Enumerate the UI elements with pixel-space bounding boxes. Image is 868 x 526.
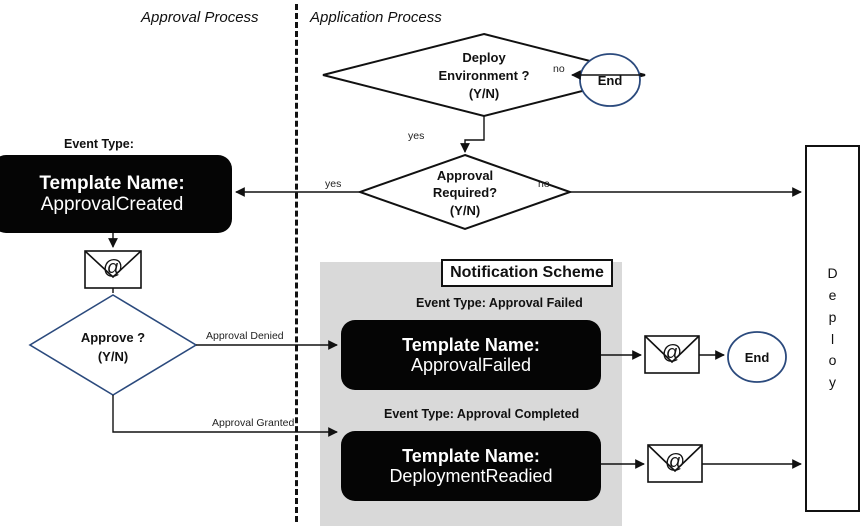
svg-text:Environment ?: Environment ? (438, 68, 529, 83)
deploy-box: D e p l o y (805, 145, 860, 512)
edge-label-deployenv-yes: yes (408, 130, 425, 142)
svg-text:@: @ (103, 257, 123, 279)
deploy-letter: e (828, 287, 837, 304)
event-type-label-approval-completed: Event Type: Approval Completed (384, 407, 580, 421)
svg-text:Approve ?: Approve ? (81, 330, 145, 345)
event-type-label-approval-failed: Event Type: Approval Failed (416, 296, 583, 310)
svg-text:Required?: Required? (433, 185, 497, 200)
deploy-letter: p (828, 308, 837, 325)
template-title: Template Name: (402, 334, 540, 355)
svg-text:Approval: Approval (437, 168, 493, 183)
end-node-top-label: End (598, 73, 623, 88)
template-box-approval-failed: Template Name: ApprovalFailed (341, 320, 601, 390)
svg-text:(Y/N): (Y/N) (469, 86, 499, 101)
end-node-middle-label: End (745, 350, 770, 365)
mail-icon-2: @ (644, 335, 700, 374)
svg-text:(Y/N): (Y/N) (450, 203, 480, 218)
edge-label-approval-granted: Approval Granted (212, 417, 295, 429)
deploy-letter: o (828, 352, 837, 369)
flowchart-canvas: Approval Process Application Process @ @… (0, 0, 868, 526)
deploy-letter: y (829, 373, 836, 390)
event-type-label-approval-created: Event Type: (64, 137, 134, 151)
edge-label-approvalreq-no: no (538, 178, 550, 190)
svg-text:@: @ (665, 451, 685, 473)
template-name: ApprovalFailed (410, 355, 532, 375)
template-box-approval-created: Template Name: ApprovalCreated (0, 155, 232, 233)
template-name: DeploymentReadied (389, 466, 553, 486)
svg-text:Deploy: Deploy (462, 50, 506, 65)
decision-approve (28, 294, 198, 396)
edge-label-approvalreq-yes: yes (325, 178, 342, 190)
mail-icon-3: @ (647, 444, 703, 483)
edge-label-deployenv-no: no (553, 63, 565, 75)
edge-label-approval-denied: Approval Denied (206, 330, 284, 342)
svg-text:@: @ (662, 342, 682, 364)
template-box-deployment-readied: Template Name: DeploymentReadied (341, 431, 601, 501)
mail-icon-1: @ (84, 250, 142, 289)
template-name: ApprovalCreated (40, 194, 184, 215)
notification-scheme-title: Notification Scheme (441, 259, 613, 287)
svg-text:(Y/N): (Y/N) (98, 349, 128, 364)
deploy-letter: l (830, 330, 835, 347)
deploy-letter: D (827, 265, 838, 282)
template-title: Template Name: (39, 172, 185, 194)
template-title: Template Name: (402, 445, 540, 466)
edge-deployenv-yes (460, 116, 485, 153)
